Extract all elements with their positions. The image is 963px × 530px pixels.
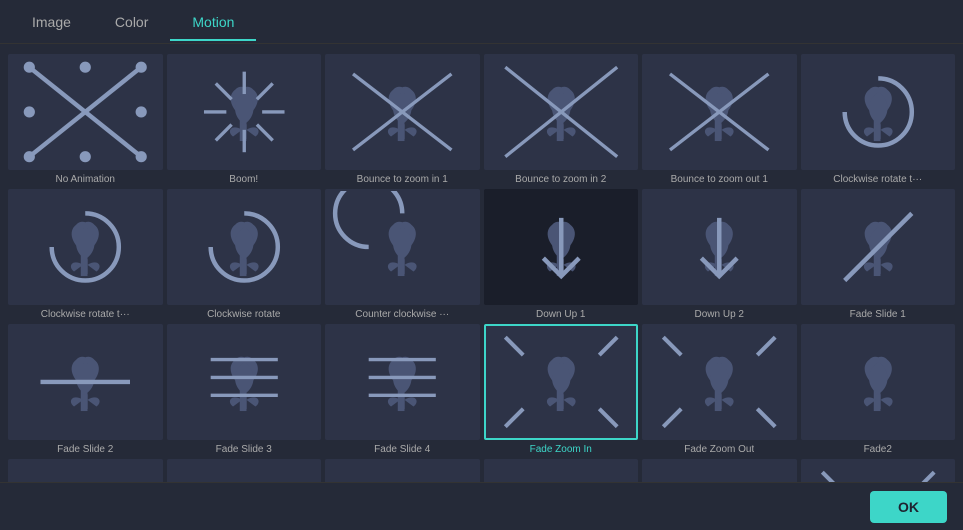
animation-thumb-boom xyxy=(167,54,322,170)
animation-item-clockwise-rotate-t1[interactable]: Clockwise rotate t··· xyxy=(801,54,956,185)
animation-thumb-fade2 xyxy=(801,324,956,440)
animation-item-down-up-2[interactable]: Down Up 2 xyxy=(642,189,797,320)
animation-thumb-flip-up2 xyxy=(484,459,639,482)
animation-thumb-clockwise-rotate-t2 xyxy=(8,189,163,305)
animation-grid-area: No Animation Boom! Bounce to zoom in 1 Boun… xyxy=(0,44,963,482)
animation-label-bounce-zoom-in-1: Bounce to zoom in 1 xyxy=(357,174,448,185)
animation-item-grow-shrink[interactable]: Grow Shrink xyxy=(801,459,956,482)
animation-item-fade2[interactable]: Fade2 xyxy=(801,324,956,455)
animation-item-counter-clockwise[interactable]: Counter clockwise ··· xyxy=(325,189,480,320)
animation-thumb-clockwise-rotate-t1 xyxy=(801,54,956,170)
animation-item-flip-up2[interactable]: Flip Up2 xyxy=(484,459,639,482)
animation-thumb-fade-slide-2 xyxy=(8,324,163,440)
animation-label-fade-slide-3: Fade Slide 3 xyxy=(216,444,272,455)
animation-item-fade-slide-4[interactable]: Fade Slide 4 xyxy=(325,324,480,455)
animation-label-clockwise-rotate-t2: Clockwise rotate t··· xyxy=(41,309,130,320)
content-area: No Animation Boom! Bounce to zoom in 1 Boun… xyxy=(0,44,963,482)
animation-thumb-fly-to-zoom xyxy=(642,459,797,482)
animation-label-fade2: Fade2 xyxy=(864,444,892,455)
animation-label-no-animation: No Animation xyxy=(56,174,115,185)
animation-item-clockwise-rotate[interactable]: Clockwise rotate xyxy=(167,189,322,320)
animation-item-fade-zoom-out[interactable]: Fade Zoom Out xyxy=(642,324,797,455)
animation-thumb-fade-slide-3 xyxy=(167,324,322,440)
animation-item-flip-down1[interactable]: Flip Down1 xyxy=(8,459,163,482)
animation-thumb-fade-slide-1 xyxy=(801,189,956,305)
animation-item-fade-zoom-in[interactable]: Fade Zoom In xyxy=(484,324,639,455)
animation-thumb-fade-slide-4 xyxy=(325,324,480,440)
animation-thumb-bounce-zoom-in-2 xyxy=(484,54,639,170)
animation-label-boom: Boom! xyxy=(229,174,258,185)
animation-label-clockwise-rotate-t1: Clockwise rotate t··· xyxy=(833,174,922,185)
animation-item-bounce-zoom-in-2[interactable]: Bounce to zoom in 2 xyxy=(484,54,639,185)
tab-bar: Image Color Motion xyxy=(0,0,963,44)
motion-dialog: Image Color Motion No Animation Boom! Boun… xyxy=(0,0,963,530)
animation-item-flip-up1[interactable]: Flip Up1 xyxy=(325,459,480,482)
animation-thumb-grow-shrink xyxy=(801,459,956,482)
animation-grid: No Animation Boom! Bounce to zoom in 1 Boun… xyxy=(8,54,955,482)
animation-thumb-counter-clockwise xyxy=(325,189,480,305)
ok-button[interactable]: OK xyxy=(870,491,947,523)
animation-item-clockwise-rotate-t2[interactable]: Clockwise rotate t··· xyxy=(8,189,163,320)
animation-item-down-up-1[interactable]: Down Up 1 xyxy=(484,189,639,320)
animation-label-fade-slide-4: Fade Slide 4 xyxy=(374,444,430,455)
tab-image[interactable]: Image xyxy=(10,4,93,40)
animation-item-fade-slide-2[interactable]: Fade Slide 2 xyxy=(8,324,163,455)
animation-item-bounce-zoom-in-1[interactable]: Bounce to zoom in 1 xyxy=(325,54,480,185)
animation-item-flip-down2[interactable]: Flip Down2 xyxy=(167,459,322,482)
animation-item-fade-slide-3[interactable]: Fade Slide 3 xyxy=(167,324,322,455)
animation-thumb-down-up-2 xyxy=(642,189,797,305)
animation-thumb-bounce-zoom-out-1 xyxy=(642,54,797,170)
footer: OK xyxy=(0,482,963,530)
animation-label-fade-slide-2: Fade Slide 2 xyxy=(57,444,113,455)
animation-label-bounce-zoom-out-1: Bounce to zoom out 1 xyxy=(671,174,768,185)
animation-thumb-bounce-zoom-in-1 xyxy=(325,54,480,170)
animation-thumb-no-animation xyxy=(8,54,163,170)
animation-label-clockwise-rotate: Clockwise rotate xyxy=(207,309,280,320)
animation-item-no-animation[interactable]: No Animation xyxy=(8,54,163,185)
animation-label-bounce-zoom-in-2: Bounce to zoom in 2 xyxy=(515,174,606,185)
animation-thumb-down-up-1 xyxy=(484,189,639,305)
animation-item-bounce-zoom-out-1[interactable]: Bounce to zoom out 1 xyxy=(642,54,797,185)
animation-label-down-up-2: Down Up 2 xyxy=(695,309,744,320)
tab-color[interactable]: Color xyxy=(93,4,170,40)
animation-thumb-fade-zoom-in xyxy=(484,324,639,440)
animation-label-fade-zoom-in: Fade Zoom In xyxy=(530,444,592,455)
animation-thumb-fade-zoom-out xyxy=(642,324,797,440)
animation-thumb-flip-down1 xyxy=(8,459,163,482)
animation-item-fade-slide-1[interactable]: Fade Slide 1 xyxy=(801,189,956,320)
animation-label-fade-slide-1: Fade Slide 1 xyxy=(850,309,906,320)
animation-thumb-flip-up1 xyxy=(325,459,480,482)
animation-label-down-up-1: Down Up 1 xyxy=(536,309,585,320)
tab-motion[interactable]: Motion xyxy=(170,4,256,40)
animation-thumb-clockwise-rotate xyxy=(167,189,322,305)
animation-label-counter-clockwise: Counter clockwise ··· xyxy=(355,309,449,320)
animation-item-boom[interactable]: Boom! xyxy=(167,54,322,185)
animation-label-fade-zoom-out: Fade Zoom Out xyxy=(684,444,754,455)
animation-thumb-flip-down2 xyxy=(167,459,322,482)
animation-item-fly-to-zoom[interactable]: Fly to zoom in xyxy=(642,459,797,482)
